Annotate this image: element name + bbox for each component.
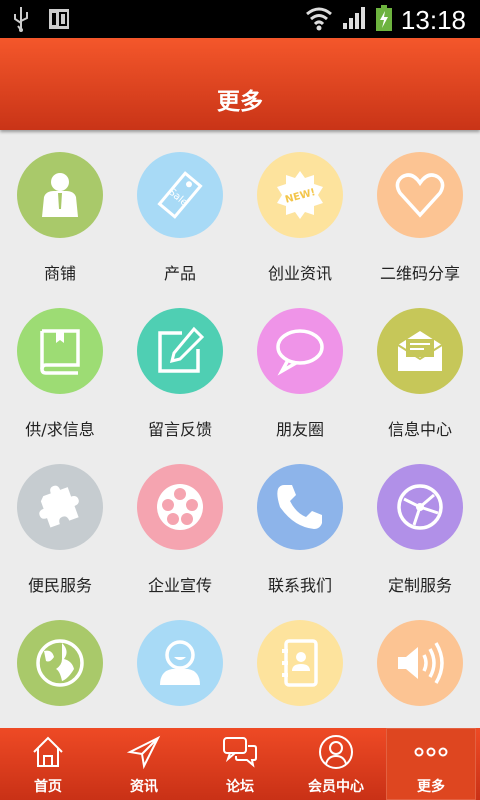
heart-icon <box>395 173 445 218</box>
header-bar: 更多 <box>0 38 480 130</box>
wifi-icon <box>305 4 333 36</box>
user-icon <box>160 640 200 685</box>
grid-item-business-news[interactable]: NEW! 创业资讯 <box>240 150 360 306</box>
member-icon <box>319 735 353 769</box>
grid-item-shop[interactable]: 商铺 <box>0 150 120 306</box>
grid-item-convenience[interactable]: 便民服务 <box>0 462 120 618</box>
shop-owner-icon <box>42 173 78 217</box>
film-reel-icon <box>157 484 203 530</box>
network-icon <box>397 484 443 530</box>
grid-item-promotion[interactable]: 企业宣传 <box>120 462 240 618</box>
grid-icon-circle <box>137 620 223 706</box>
battery-charging-icon <box>375 4 393 36</box>
chat-bubble-icon <box>276 329 324 376</box>
grid-item-info-center[interactable]: 信息中心 <box>360 306 480 462</box>
tab-home[interactable]: 首页 <box>0 728 96 800</box>
tab-news[interactable]: 资讯 <box>96 728 192 800</box>
grid-icon-circle <box>17 620 103 706</box>
grid-item-label: 产品 <box>163 264 196 283</box>
tab-forum[interactable]: 论坛 <box>192 728 288 800</box>
signal-icon <box>341 5 367 35</box>
tab-label: 首页 <box>34 779 62 795</box>
grid-item-label: 企业宣传 <box>147 576 212 595</box>
bottom-tab-bar: 首页 资讯 论坛 会员中心 更多 <box>0 728 480 800</box>
status-bar: 13:18 <box>0 0 480 38</box>
grid-item-contacts[interactable] <box>240 618 360 728</box>
grid-icon-circle <box>17 152 103 238</box>
grid-item-label: 联系我们 <box>267 576 332 595</box>
grid-icon-circle <box>377 152 463 238</box>
grid-item-label: 二维码分享 <box>379 264 460 283</box>
grid-icon-circle <box>17 308 103 394</box>
forum-icon <box>223 737 257 768</box>
phone-icon <box>277 485 322 529</box>
grid-item-label: 商铺 <box>43 264 76 283</box>
grid-item-contact-us[interactable]: 联系我们 <box>240 462 360 618</box>
grid-item-label: 信息中心 <box>387 420 452 439</box>
tab-member-center[interactable]: 会员中心 <box>288 728 384 800</box>
grid-item-feedback[interactable]: 留言反馈 <box>120 306 240 462</box>
grid-icon-circle <box>137 464 223 550</box>
grid-item-custom-service[interactable]: 定制服务 <box>360 462 480 618</box>
tab-more[interactable]: 更多 <box>386 728 476 800</box>
grid-item-globe[interactable] <box>0 618 120 728</box>
grid-item-label: 创业资讯 <box>267 264 332 283</box>
more-icon <box>414 747 448 757</box>
clock: 13:18 <box>400 4 466 35</box>
feature-grid: 商铺 Sale 产品 NEW! 创业资讯 二维码分享 供/求信息 留言反馈 朋友… <box>0 150 480 728</box>
contacts-book-icon <box>282 639 318 687</box>
new-badge-icon: NEW! <box>277 171 323 219</box>
grid-icon-circle <box>17 464 103 550</box>
grid-icon-circle <box>377 464 463 550</box>
sale-tag-icon: Sale <box>157 171 203 219</box>
grid-item-products[interactable]: Sale 产品 <box>120 150 240 306</box>
home-icon <box>33 736 63 767</box>
page-title: 更多 <box>217 89 263 115</box>
tab-label: 资讯 <box>130 779 158 795</box>
tab-label: 论坛 <box>226 779 254 795</box>
grid-item-qr-share[interactable]: 二维码分享 <box>360 150 480 306</box>
grid-icon-circle: Sale <box>137 152 223 238</box>
grid-item-friends[interactable]: 朋友圈 <box>240 306 360 462</box>
grid-icon-circle <box>377 620 463 706</box>
speaker-icon <box>398 642 444 684</box>
globe-icon <box>36 639 84 687</box>
grid-item-label: 供/求信息 <box>25 420 95 439</box>
grid-item-label: 留言反馈 <box>147 420 212 439</box>
grid-item-speaker[interactable] <box>360 618 480 728</box>
mail-icon <box>397 331 443 371</box>
usb-icon <box>12 6 30 36</box>
send-icon <box>126 735 161 770</box>
grid-item-supply-demand[interactable]: 供/求信息 <box>0 306 120 462</box>
book-icon <box>40 329 80 375</box>
grid-icon-circle <box>257 308 343 394</box>
grid-icon-circle <box>137 308 223 394</box>
grid-icon-circle <box>257 464 343 550</box>
grid-icon-circle <box>257 620 343 706</box>
edit-icon <box>158 326 205 373</box>
grid-item-label: 便民服务 <box>27 576 92 595</box>
grid-icon-circle: NEW! <box>257 152 343 238</box>
puzzle-icon <box>39 485 79 528</box>
tab-label: 会员中心 <box>308 779 364 795</box>
grid-item-label: 定制服务 <box>387 576 452 595</box>
grid-item-label: 朋友圈 <box>275 420 324 439</box>
tab-label: 更多 <box>417 779 445 795</box>
grid-item-user[interactable] <box>120 618 240 728</box>
grid-icon-circle <box>377 308 463 394</box>
keyboard-icon <box>48 6 70 36</box>
